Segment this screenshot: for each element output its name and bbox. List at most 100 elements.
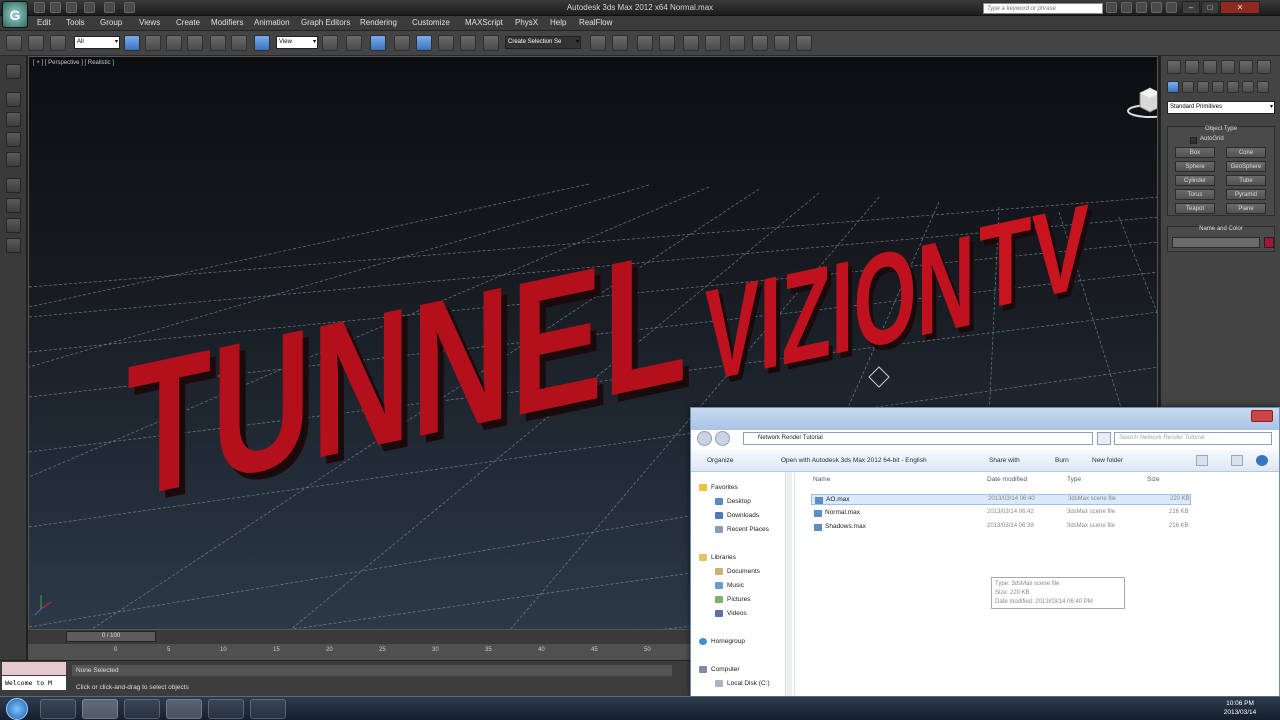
spinner-snap-icon[interactable] [460, 35, 476, 51]
shapes-icon[interactable] [1182, 81, 1194, 93]
nav-homegroup[interactable]: Homegroup [711, 638, 745, 645]
info-icon[interactable] [1151, 2, 1162, 13]
create-tab-icon[interactable] [1167, 60, 1181, 74]
menu-rendering[interactable]: Rendering [360, 18, 397, 27]
rendered-frame-window-icon[interactable] [774, 35, 790, 51]
lights-icon[interactable] [1197, 81, 1209, 93]
refresh-icon[interactable] [1097, 432, 1111, 445]
percent-snap-icon[interactable] [438, 35, 454, 51]
maxscript-mini-listener[interactable]: Welcome to M [2, 676, 66, 690]
nav-local-disk[interactable]: Local Disk (C:) [727, 680, 770, 687]
space-warps-icon[interactable] [1242, 81, 1254, 93]
help-icon[interactable] [1166, 2, 1177, 13]
edit-named-selection-icon[interactable] [483, 35, 499, 51]
render-setup-icon[interactable] [752, 35, 768, 51]
menu-edit[interactable]: Edit [37, 18, 51, 27]
file-row[interactable]: Normal.max 2013/03/14 06:42 3dsMax scene… [811, 508, 1191, 519]
nav-scrollbar[interactable] [785, 472, 792, 698]
cone-button[interactable]: Cone [1226, 147, 1266, 158]
object-color-swatch[interactable] [1264, 237, 1274, 248]
edit-poly-icon[interactable] [6, 112, 21, 127]
subdivision-icon[interactable] [6, 218, 21, 233]
column-type[interactable]: Type [1067, 476, 1081, 483]
systems-icon[interactable] [1257, 81, 1269, 93]
explorer-close-button[interactable] [1251, 410, 1273, 422]
address-bar[interactable]: Network Render Tutorial [743, 432, 1093, 445]
geosphere-button[interactable]: GeoSphere [1226, 161, 1266, 172]
sticky-notes-icon[interactable] [208, 699, 244, 719]
nav-documents[interactable]: Documents [727, 568, 760, 575]
graphite-ribbon-icon[interactable] [659, 35, 675, 51]
back-button[interactable] [697, 431, 712, 446]
share-with-button[interactable]: Share with [989, 457, 1020, 464]
selection-filter-dropdown[interactable]: All [74, 36, 120, 49]
forward-button[interactable] [715, 431, 730, 446]
modify-tab-icon[interactable] [1185, 60, 1199, 74]
paint-deform-icon[interactable] [6, 238, 21, 253]
nav-recent-places[interactable]: Recent Places [727, 526, 769, 533]
nav-videos[interactable]: Videos [727, 610, 747, 617]
polygon-modeling-icon[interactable] [6, 92, 21, 107]
plane-button[interactable]: Plane [1226, 203, 1266, 214]
render-production-icon[interactable] [796, 35, 812, 51]
view-options-icon[interactable] [1196, 455, 1208, 466]
time-slider[interactable]: 0 / 100 [66, 631, 156, 642]
nav-music[interactable]: Music [727, 582, 744, 589]
utilities-tab-icon[interactable] [1257, 60, 1271, 74]
tube-button[interactable]: Tube [1226, 175, 1266, 186]
select-manipulate-icon[interactable] [346, 35, 362, 51]
new-folder-button[interactable]: New folder [1092, 457, 1123, 464]
graphite-modeling-icon[interactable] [6, 64, 21, 79]
column-size[interactable]: Size [1147, 476, 1160, 483]
menu-maxscript[interactable]: MAXScript [465, 18, 503, 27]
nav-pictures[interactable]: Pictures [727, 596, 750, 603]
display-tab-icon[interactable] [1239, 60, 1253, 74]
freeform-icon[interactable] [6, 152, 21, 167]
bind-space-warp-icon[interactable] [50, 35, 66, 51]
app-logo-icon[interactable]: G [2, 1, 28, 28]
3dsmax-taskbar-icon[interactable] [166, 699, 202, 719]
geometry-icon[interactable] [1167, 81, 1179, 93]
geometry-all-icon[interactable] [6, 198, 21, 213]
rectangular-selection-icon[interactable] [166, 35, 182, 51]
box-button[interactable]: Box [1175, 147, 1215, 158]
nav-desktop[interactable]: Desktop [727, 498, 751, 505]
menu-views[interactable]: Views [139, 18, 160, 27]
select-scale-icon[interactable] [254, 35, 270, 51]
burn-button[interactable]: Burn [1055, 457, 1069, 464]
curve-editor-icon[interactable] [683, 35, 699, 51]
category-dropdown[interactable]: Standard Primitives [1167, 101, 1275, 114]
torus-button[interactable]: Torus [1175, 189, 1215, 200]
angle-snap-icon[interactable] [416, 35, 432, 51]
menu-group[interactable]: Group [100, 18, 122, 27]
column-name[interactable]: Name [813, 476, 830, 483]
window-crossing-icon[interactable] [187, 35, 203, 51]
align-icon[interactable] [612, 35, 628, 51]
file-row[interactable]: Shadows.max 2013/03/14 06:39 3dsMax scen… [811, 522, 1191, 533]
layer-manager-icon[interactable] [637, 35, 653, 51]
nav-libraries[interactable]: Libraries [711, 554, 736, 561]
keyboard-shortcut-toggle-icon[interactable] [370, 35, 386, 51]
organize-button[interactable]: Organize [707, 457, 733, 464]
menu-realflow[interactable]: RealFlow [579, 18, 612, 27]
menu-physx[interactable]: PhysX [515, 18, 538, 27]
named-selection-sets-dropdown[interactable]: Create Selection Se [505, 36, 581, 49]
help-icon-explorer[interactable] [1256, 455, 1268, 466]
star-icon[interactable] [1136, 2, 1147, 13]
clock-time[interactable]: 10:06 PM [1220, 700, 1260, 707]
select-object-icon[interactable] [124, 35, 140, 51]
mirror-icon[interactable] [590, 35, 606, 51]
maxscript-listener-top[interactable] [2, 662, 66, 675]
menu-animation[interactable]: Animation [254, 18, 290, 27]
viewcube-icon[interactable] [1127, 83, 1157, 119]
menu-modifiers[interactable]: Modifiers [211, 18, 243, 27]
nav-favorites[interactable]: Favorites [711, 484, 738, 491]
reference-coordinate-dropdown[interactable]: View [276, 36, 318, 49]
menu-customize[interactable]: Customize [412, 18, 450, 27]
column-date-modified[interactable]: Date modified [987, 476, 1027, 483]
pivot-center-icon[interactable] [322, 35, 338, 51]
explorer-search-input[interactable]: Search Network Render Tutorial [1114, 432, 1272, 445]
object-name-field[interactable] [1172, 237, 1260, 248]
selection-icon[interactable] [6, 132, 21, 147]
snaps-toggle-icon[interactable] [394, 35, 410, 51]
